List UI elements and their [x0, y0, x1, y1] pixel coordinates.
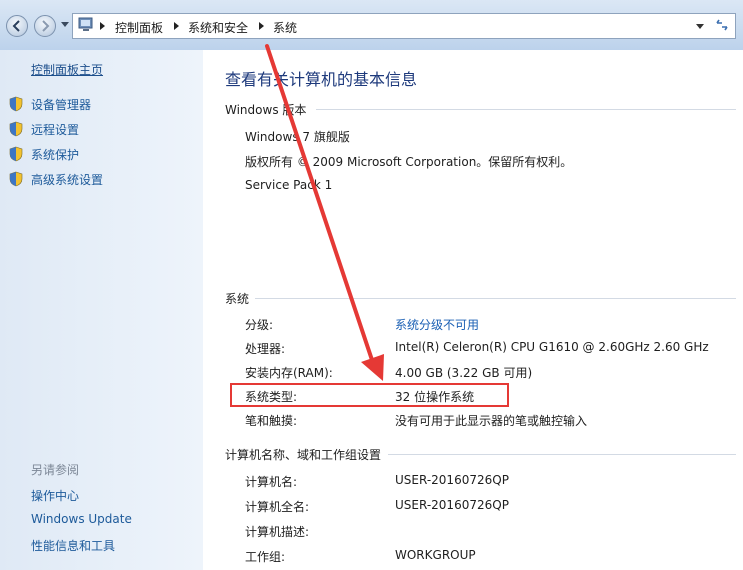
annotation-arrow: [265, 44, 384, 381]
annotation-highlight-box: [230, 383, 509, 407]
